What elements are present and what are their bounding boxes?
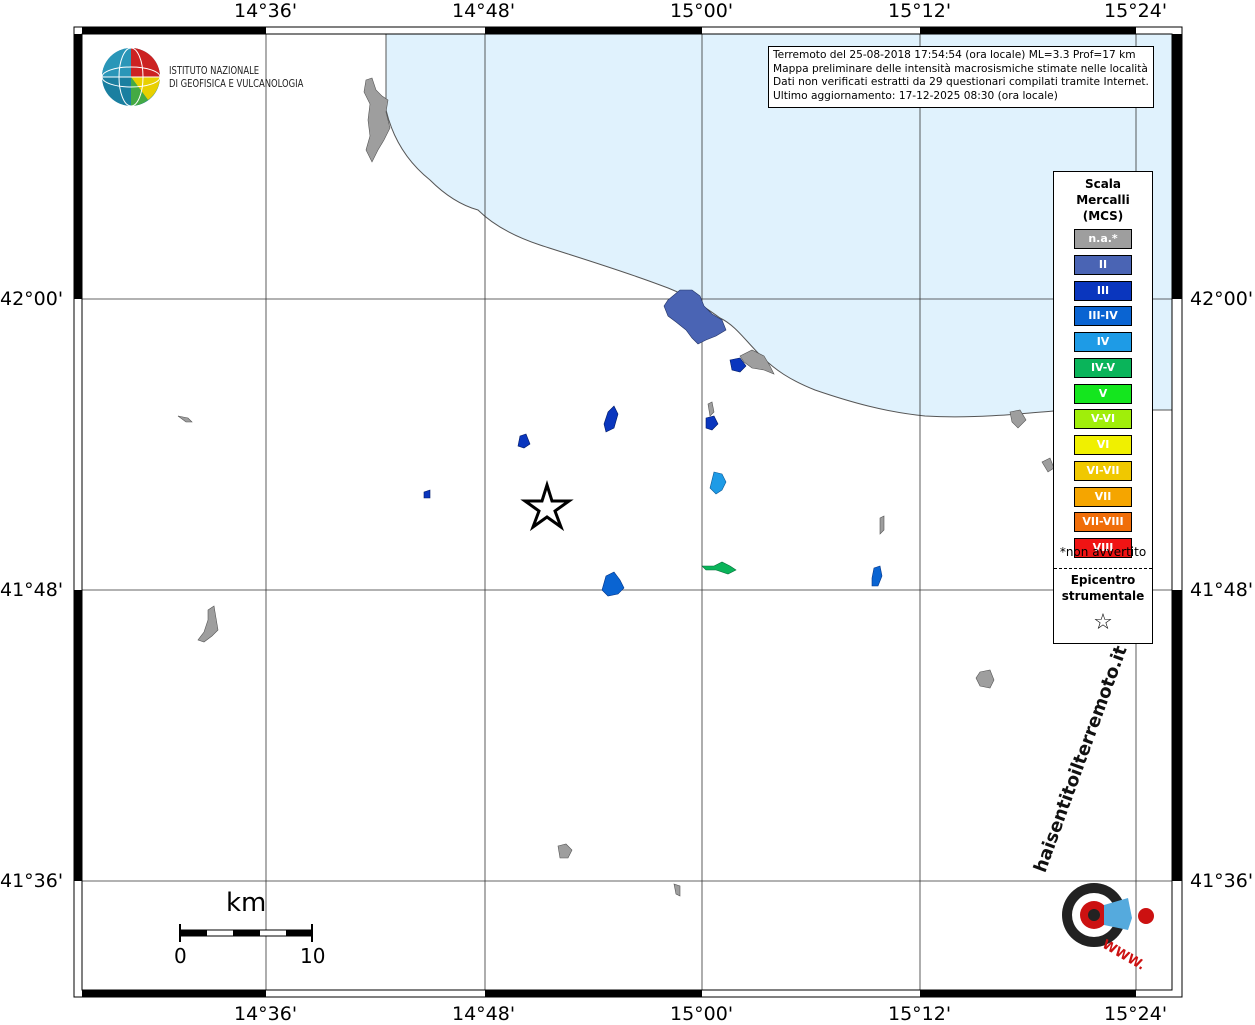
legend-item: VII [1074,486,1132,507]
lon-label-top: 15°24' [1104,0,1168,22]
lon-label-bottom: 15°24' [1104,1003,1168,1025]
lon-label-bottom: 14°48' [452,1003,516,1025]
ingv-logo-line2: DI GEOFISICA E VULCANOLOGIA [169,77,304,90]
legend-separator [1054,568,1152,569]
lon-label-top: 15°00' [670,0,734,22]
legend-item: IV [1074,332,1132,352]
scale-min: 0 [174,944,187,968]
legend-item: V-VI [1074,409,1132,430]
ingv-logo-icon [101,47,161,107]
legend-note: *non avvertito [1059,545,1147,559]
lat-label-left: 41°36' [0,870,64,892]
event-info-line: Dati non verificati estratti da 29 quest… [773,76,1149,88]
legend-item: II [1074,254,1132,275]
legend-item: VII-VIII [1074,512,1132,533]
scale-unit: km [226,888,267,918]
legend-item: III-IV [1074,306,1132,327]
legend-item: VI [1074,435,1132,455]
event-info-line: Terremoto del 25-08-2018 17:54:54 (ora l… [773,49,1136,61]
legend-title-line: Scala [1084,177,1122,191]
legend-title: Scala Mercalli (MCS) [1054,176,1152,224]
lat-label-right: 41°48' [1190,579,1254,601]
intensity-legend: Scala Mercalli (MCS) n.a.* II III III-IV IV I… [1053,171,1153,644]
lat-label-left: 42°00' [0,288,64,310]
ingv-logo-text: ISTITUTO NAZIONALE DI GEOFISICA E VULCAN… [169,64,303,90]
lat-label-right: 41°36' [1190,870,1254,892]
event-info-box: Terremoto del 25-08-2018 17:54:54 (ora l… [768,46,1154,108]
legend-item: n.a.* [1074,229,1132,249]
ingv-logo-line1: ISTITUTO NAZIONALE [169,64,260,77]
legend-epicenter-label: Epicentro strumentale [1054,572,1152,604]
legend-item: VI-VII [1074,460,1132,481]
scale-max: 10 [300,944,326,968]
legend-item: V [1074,383,1132,404]
legend-star-icon: ☆ [1093,610,1113,635]
lon-label-top: 14°36' [234,0,298,22]
lat-label-left: 41°48' [0,579,64,601]
event-info-line: Mappa preliminare delle intensità macros… [773,62,1148,75]
lon-label-bottom: 14°36' [234,1003,298,1025]
legend-items: n.a.* II III III-IV IV IV-V V V-VI VI VI-VII VII VI… [1074,229,1134,564]
event-info-line: Ultimo aggiornamento: 17-12-2025 08:30 (… [773,89,1058,102]
lon-label-bottom: 15°12' [888,1003,952,1025]
legend-epicenter-line: Epicentro [1070,573,1136,587]
lon-label-top: 14°48' [452,0,516,22]
legend-title-line: (MCS) [1082,209,1124,223]
lon-label-top: 15°12' [888,0,952,22]
legend-item: IV-V [1074,357,1132,378]
lat-label-right: 42°00' [1190,288,1254,310]
lon-label-bottom: 15°00' [670,1003,734,1025]
legend-epicenter-line: strumentale [1061,589,1145,603]
legend-title-line: Mercalli [1076,193,1130,207]
legend-item: III [1074,280,1132,301]
